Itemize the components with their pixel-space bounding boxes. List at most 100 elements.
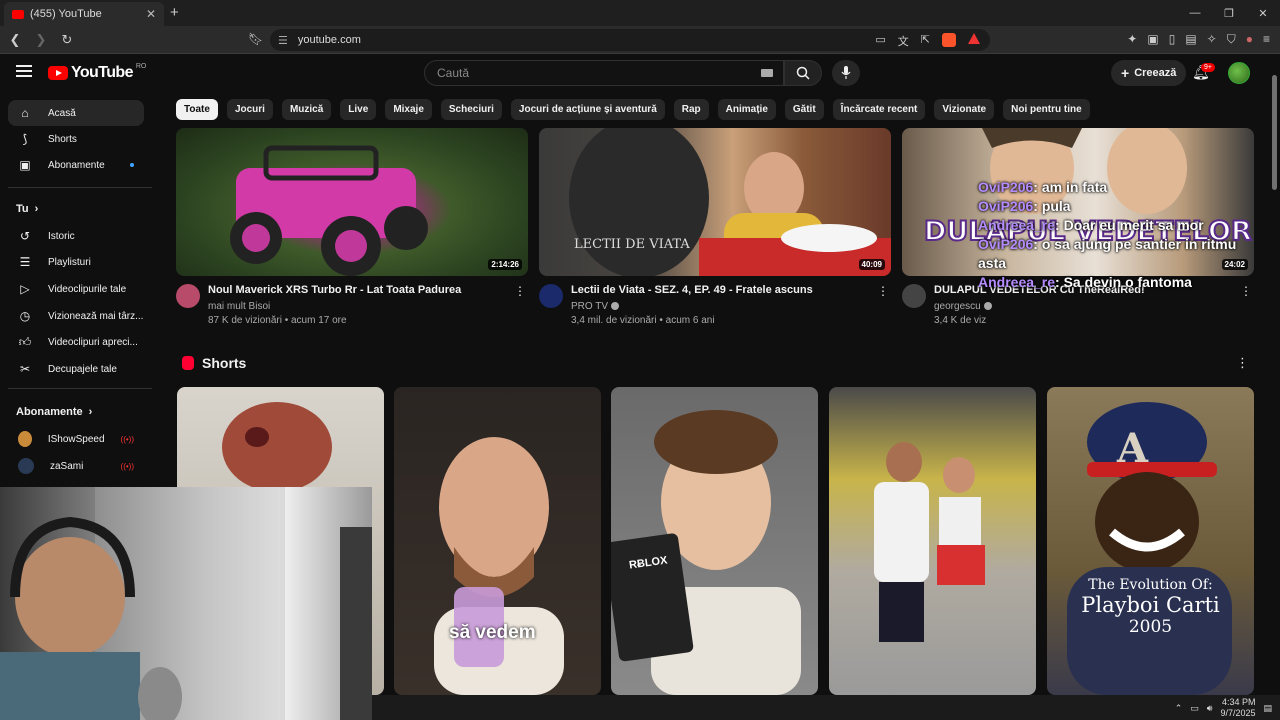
account-avatar[interactable]	[1228, 62, 1250, 84]
more-options-icon[interactable]: ⋮	[1236, 355, 1249, 371]
chip-music[interactable]: Muzică	[281, 99, 332, 120]
youtube-header: YouTube RO Caută + Creează 🔔︎ 9+	[0, 54, 1280, 92]
new-tab-icon[interactable]: +	[170, 4, 179, 21]
chip-live[interactable]: Live	[340, 99, 377, 120]
search-input[interactable]: Caută	[424, 60, 784, 86]
sidebar-item-subscriptions[interactable]: ▣ Abonamente	[8, 152, 144, 178]
sidebar-channel-zasami[interactable]: zaSami ((•))	[8, 453, 144, 479]
menu-burger-icon[interactable]	[16, 65, 32, 77]
more-options-icon[interactable]: ⋮	[877, 284, 889, 298]
channel-avatar[interactable]	[539, 284, 563, 308]
stream-chat-overlay: OviP206: am in fata OviP206: pula Andree…	[978, 178, 1236, 292]
site-settings-icon[interactable]: ☰	[278, 34, 288, 47]
channel-name[interactable]: georgescu	[934, 301, 992, 312]
reload-icon[interactable]: ↻	[58, 30, 76, 50]
sidebar-item-home[interactable]: ⌂ Acasă	[8, 100, 144, 126]
youtube-logo[interactable]: YouTube RO	[48, 63, 146, 82]
close-tab-icon[interactable]: ✕	[146, 7, 156, 21]
chip-games[interactable]: Jocuri	[226, 99, 273, 120]
create-button[interactable]: + Creează	[1111, 60, 1187, 86]
keyboard-icon[interactable]	[761, 69, 773, 77]
short-caption: să vedem	[449, 622, 536, 643]
page-scrollbar[interactable]	[1272, 75, 1277, 190]
brave-shields-icon[interactable]	[942, 33, 956, 47]
tab-title: (455) YouTube	[30, 8, 102, 20]
chat-line: OviP206: pula	[978, 198, 1071, 214]
sidebar-subscriptions-heading[interactable]: Abonamente ›	[16, 406, 92, 418]
more-options-icon[interactable]: ⋮	[1240, 284, 1252, 298]
wallet-icon[interactable]: ▤	[1185, 32, 1196, 47]
sidebar-item-playlists[interactable]: ☰ Playlisturi	[8, 249, 144, 275]
chip-cooking[interactable]: Gătit	[784, 99, 824, 120]
channel-avatar[interactable]	[176, 284, 200, 308]
short-card[interactable]: RɃLOX	[611, 387, 818, 695]
chip-new-for-you[interactable]: Noi pentru tine	[1003, 99, 1090, 120]
video-duration: 40:09	[858, 259, 885, 270]
home-icon: ⌂	[21, 106, 29, 120]
chip-sketches[interactable]: Scheciuri	[440, 99, 502, 120]
taskbar-clock[interactable]: 4:34 PM 9/7/2025	[1220, 697, 1255, 719]
screenshot-icon[interactable]: ▣	[1147, 32, 1158, 47]
video-card[interactable]: 2:14:26 Noul Maverick XRS Turbo Rr - Lat…	[176, 128, 528, 334]
sidebar-item-watch-later[interactable]: ◷ Vizionează mai târz...	[8, 303, 144, 329]
extensions-icon[interactable]: ✦	[1127, 32, 1137, 47]
short-card[interactable]: A The Evolution Of: Playboi Carti 2005	[1047, 387, 1254, 695]
more-options-icon[interactable]: ⋮	[514, 284, 526, 298]
sidebar-item-history[interactable]: ↺ Istoric	[8, 223, 144, 249]
sidebar-you-heading[interactable]: Tu ›	[16, 203, 38, 215]
subscriptions-icon: ▣	[19, 158, 31, 172]
search-button[interactable]	[784, 60, 822, 86]
volume-icon[interactable]: 🔊︎	[1207, 703, 1213, 714]
chevron-right-icon: ›	[88, 406, 93, 418]
back-icon[interactable]: ❮	[6, 30, 24, 50]
shorts-section-heading: Shorts	[182, 355, 246, 371]
chip-mixes[interactable]: Mixaje	[385, 99, 432, 120]
chip-animation[interactable]: Animație	[717, 99, 776, 120]
minimize-icon[interactable]: —	[1178, 0, 1212, 26]
sidebar-item-your-videos[interactable]: ▷ Videoclipurile tale	[8, 276, 144, 302]
browser-tab-bar: (455) YouTube ✕ + — ❐ ✕	[0, 0, 1280, 26]
forward-icon[interactable]: ❯	[32, 30, 50, 50]
sidebar-item-liked-videos[interactable]: 👍︎ Videoclipuri apreci...	[8, 329, 144, 355]
sidebar-toggle-icon[interactable]: ▯	[1169, 32, 1176, 47]
channel-name[interactable]: mai mult Bisoi	[208, 301, 270, 312]
profile-icon[interactable]: ●	[1246, 32, 1253, 47]
sidebar-item-clips[interactable]: ✂ Decupajele tale	[8, 356, 144, 382]
browser-tab[interactable]: (455) YouTube ✕	[4, 2, 164, 26]
chip-recently-uploaded[interactable]: Încărcate recent	[832, 99, 926, 120]
vpn-icon[interactable]: ⛉	[1227, 32, 1236, 47]
voice-search-button[interactable]	[832, 60, 860, 86]
leo-icon[interactable]: ✧	[1207, 32, 1217, 47]
menu-icon[interactable]: ≡	[1263, 32, 1270, 47]
short-card[interactable]: să vedem	[394, 387, 601, 695]
brave-rewards-icon[interactable]	[968, 33, 980, 44]
video-title[interactable]: Lectii de Viata - SEZ. 4, EP. 49 - Frate…	[571, 284, 813, 296]
windows-taskbar: ⌃ ▭ 🔊︎ 4:34 PM 9/7/2025 ▤	[372, 695, 1280, 720]
video-title[interactable]: Noul Maverick XRS Turbo Rr - Lat Toata P…	[208, 284, 461, 296]
tray-chevron-up-icon[interactable]: ⌃	[1175, 703, 1183, 714]
sidebar-channel-ishowspeed[interactable]: IShowSpeed ((•))	[8, 426, 144, 452]
chat-line: OviP206: o sa ajung pe santier in ritmu	[978, 236, 1237, 252]
restore-icon[interactable]: ❐	[1212, 0, 1246, 26]
video-thumbnail[interactable]: 2:14:26	[176, 128, 528, 276]
cast-icon[interactable]: ▭	[875, 33, 885, 49]
short-card[interactable]	[829, 387, 1036, 695]
channel-name[interactable]: PRO TV	[571, 301, 620, 312]
notification-center-icon[interactable]: ▤	[1263, 703, 1272, 714]
video-thumbnail[interactable]: LECTII DE VIATA 40:09	[539, 128, 891, 276]
microphone-icon	[841, 66, 851, 79]
video-card[interactable]: LECTII DE VIATA 40:09 Lectii de Viata - …	[539, 128, 891, 334]
chip-action-adventure[interactable]: Jocuri de acțiune și aventură	[510, 99, 665, 120]
chip-rap[interactable]: Rap	[673, 99, 709, 120]
chip-watched[interactable]: Vizionate	[934, 99, 995, 120]
chip-all[interactable]: Toate	[176, 99, 218, 120]
bookmark-icon[interactable]: 🔖︎	[248, 32, 263, 46]
channel-avatar[interactable]	[902, 284, 926, 308]
translate-icon[interactable]: 文	[898, 33, 909, 49]
network-icon[interactable]: ▭	[1190, 703, 1199, 714]
sidebar-item-shorts[interactable]: ⟆ Shorts	[8, 126, 144, 152]
your-videos-icon: ▷	[20, 282, 30, 296]
close-window-icon[interactable]: ✕	[1246, 0, 1280, 26]
share-icon[interactable]: ⇱	[921, 33, 930, 49]
chat-line: OviP206: am in fata	[978, 179, 1108, 195]
